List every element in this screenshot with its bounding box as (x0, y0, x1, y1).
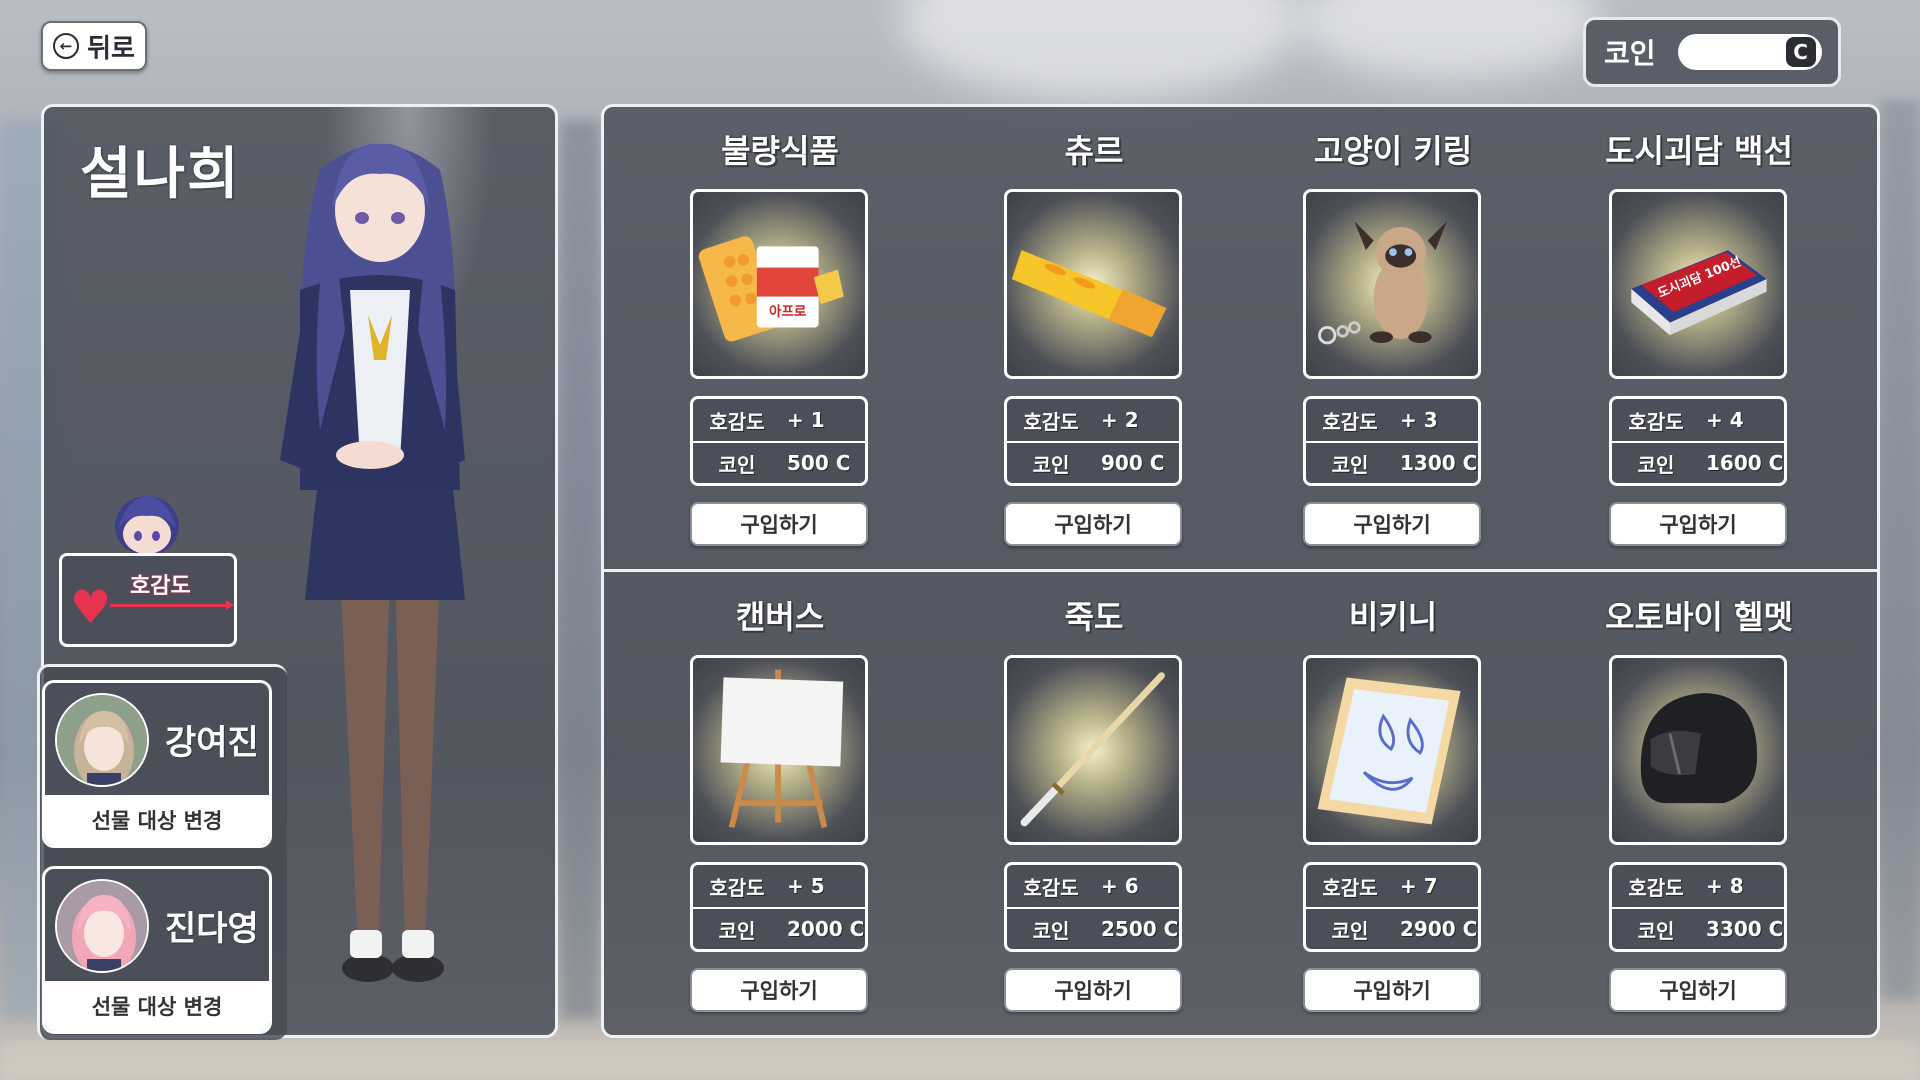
affinity-meter: ♥ 호감도 (59, 553, 237, 647)
stat-price-value: 1300 C (1400, 451, 1478, 475)
buy-button[interactable]: 구입하기 (1004, 502, 1182, 546)
stat-coin-label: 코인 (1032, 452, 1070, 477)
gift-target-card[interactable]: 강여진 선물 대상 변경 (42, 680, 272, 848)
stat-affinity-label: 호감도 (1023, 875, 1079, 900)
stat-affinity-label: 호감도 (709, 409, 765, 434)
stat-coin-label: 코인 (1637, 918, 1675, 943)
affinity-bar (110, 600, 234, 610)
gift-target-name: 강여진 (165, 723, 259, 763)
stat-coin-label: 코인 (1032, 918, 1070, 943)
item-name: 불량식품 (721, 132, 839, 170)
item-name: 츄르 (1064, 132, 1124, 170)
item-name: 고양이 키링 (1313, 132, 1473, 170)
stat-affinity-label: 호감도 (709, 875, 765, 900)
book-icon: 도시괴담 100선 (1609, 189, 1787, 379)
stat-coin-label: 코인 (1331, 452, 1369, 477)
buy-button[interactable]: 구입하기 (1303, 968, 1481, 1012)
buy-button[interactable]: 구입하기 (690, 968, 868, 1012)
snack-icon: 아프로 (690, 189, 868, 379)
stat-affinity-value: + 8 (1706, 874, 1744, 898)
stat-affinity-value: + 4 (1706, 408, 1744, 432)
item-stats: 호감도 + 7 코인 2900 C (1303, 862, 1481, 952)
stat-coin-label: 코인 (1331, 918, 1369, 943)
change-gift-target-button[interactable]: 선물 대상 변경 (45, 795, 269, 845)
item-stats: 호감도 + 3 코인 1300 C (1303, 396, 1481, 486)
buy-button[interactable]: 구입하기 (1609, 502, 1787, 546)
stat-coin-label: 코인 (718, 452, 756, 477)
stat-affinity-value: + 3 (1400, 408, 1438, 432)
cat-keyring-icon (1303, 189, 1481, 379)
coin-value-field: C (1677, 34, 1822, 70)
stat-affinity-label: 호감도 (1023, 409, 1079, 434)
bamboo-sword-icon (1004, 655, 1182, 845)
stat-coin-label: 코인 (718, 918, 756, 943)
stat-affinity-value: + 2 (1101, 408, 1139, 432)
stat-affinity-label: 호감도 (1322, 875, 1378, 900)
avatar (55, 879, 149, 973)
item-stats: 호감도 + 1 코인 500 C (690, 396, 868, 486)
item-name: 오토바이 헬멧 (1605, 598, 1793, 636)
stat-price-value: 500 C (787, 451, 851, 475)
canvas-easel-icon (690, 655, 868, 845)
gift-target-name: 진다영 (165, 909, 259, 949)
stat-price-value: 3300 C (1706, 917, 1784, 941)
item-stats: 호감도 + 4 코인 1600 C (1609, 396, 1787, 486)
avatar (55, 693, 149, 787)
stat-price-value: 1600 C (1706, 451, 1784, 475)
stat-affinity-value: + 1 (787, 408, 825, 432)
helmet-icon (1609, 655, 1787, 845)
character-name: 설나희 (80, 142, 241, 207)
stat-price-value: 900 C (1101, 451, 1165, 475)
item-stats: 호감도 + 2 코인 900 C (1004, 396, 1182, 486)
snack-pack-text: 아프로 (769, 303, 807, 320)
buy-button[interactable]: 구입하기 (1609, 968, 1787, 1012)
stat-price-value: 2900 C (1400, 917, 1478, 941)
stat-price-value: 2500 C (1101, 917, 1179, 941)
heart-icon: ♥ (70, 580, 112, 634)
item-name: 비키니 (1348, 598, 1438, 636)
buy-button[interactable]: 구입하기 (1004, 968, 1182, 1012)
item-name: 캔버스 (735, 598, 825, 636)
stat-price-value: 2000 C (787, 917, 865, 941)
churu-icon (1004, 189, 1182, 379)
buy-button[interactable]: 구입하기 (1303, 502, 1481, 546)
back-button[interactable]: ← 뒤로 (41, 21, 147, 71)
item-name: 도시괴담 백선 (1605, 132, 1793, 170)
back-label: 뒤로 (87, 33, 135, 64)
change-gift-target-button[interactable]: 선물 대상 변경 (45, 981, 269, 1031)
affinity-label: 호감도 (130, 574, 191, 599)
coin-balance: 코인 C (1583, 17, 1841, 87)
coin-label: 코인 (1604, 37, 1656, 70)
item-stats: 호감도 + 6 코인 2500 C (1004, 862, 1182, 952)
item-name: 죽도 (1064, 598, 1124, 636)
shop-divider (601, 569, 1880, 572)
stat-affinity-value: + 6 (1101, 874, 1139, 898)
coin-icon: C (1785, 37, 1816, 67)
bikini-box-icon (1303, 655, 1481, 845)
stat-coin-label: 코인 (1637, 452, 1675, 477)
stat-affinity-label: 호감도 (1628, 875, 1684, 900)
stat-affinity-value: + 7 (1400, 874, 1438, 898)
character-illustration (280, 143, 465, 982)
back-arrow-icon: ← (53, 33, 80, 59)
stat-affinity-label: 호감도 (1628, 409, 1684, 434)
buy-button[interactable]: 구입하기 (690, 502, 868, 546)
stat-affinity-value: + 5 (787, 874, 825, 898)
chibi-portrait (115, 496, 179, 556)
item-stats: 호감도 + 8 코인 3300 C (1609, 862, 1787, 952)
stat-affinity-label: 호감도 (1322, 409, 1378, 434)
gift-target-card[interactable]: 진다영 선물 대상 변경 (42, 866, 272, 1034)
item-stats: 호감도 + 5 코인 2000 C (690, 862, 868, 952)
